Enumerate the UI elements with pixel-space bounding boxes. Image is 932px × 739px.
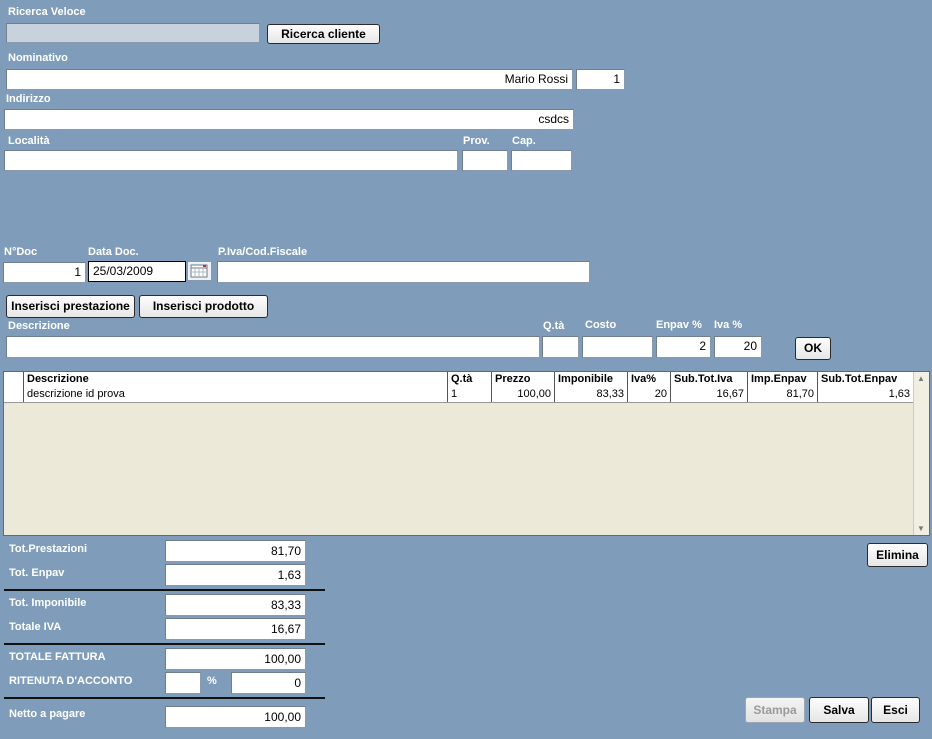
scroll-down-icon[interactable]: ▼ — [917, 524, 925, 533]
totale-fattura-field[interactable]: 100,00 — [165, 648, 306, 670]
search-label: Ricerca Veloce — [8, 6, 86, 18]
netto-field[interactable]: 100,00 — [165, 706, 306, 728]
tot-enpav-field[interactable]: 1,63 — [165, 564, 306, 586]
ritenuta-pct-field[interactable] — [165, 672, 201, 694]
enpav-input[interactable]: 2 — [656, 336, 711, 358]
costo-input[interactable] — [582, 336, 653, 358]
divider — [4, 697, 325, 699]
elimina-button[interactable]: Elimina — [867, 543, 928, 567]
col-header-prezzo[interactable]: Prezzo — [492, 372, 555, 387]
calendar-icon — [190, 264, 208, 278]
nominativo-field[interactable]: Mario Rossi — [6, 69, 573, 90]
totale-iva-field[interactable]: 16,67 — [165, 618, 306, 640]
ritenuta-label: RITENUTA D'ACCONTO — [9, 675, 133, 687]
row-selector[interactable] — [4, 387, 24, 402]
tot-prestazioni-label: Tot.Prestazioni — [9, 543, 88, 555]
cell-qta: 1 — [448, 387, 492, 402]
tot-imponibile-field[interactable]: 83,33 — [165, 594, 306, 616]
indirizzo-field[interactable]: csdcs — [4, 109, 574, 130]
percent-symbol: % — [207, 675, 217, 687]
localita-field[interactable] — [4, 150, 458, 171]
salva-button[interactable]: Salva — [809, 697, 869, 723]
data-doc-field[interactable]: 25/03/2009 — [88, 261, 186, 282]
cell-descrizione: descrizione id prova — [24, 387, 448, 402]
cap-label: Cap. — [512, 135, 536, 147]
cell-prezzo: 100,00 — [492, 387, 555, 402]
esci-button[interactable]: Esci — [871, 697, 920, 723]
inserisci-prestazione-button[interactable]: Inserisci prestazione — [6, 295, 135, 318]
iva-label: Iva % — [714, 319, 743, 331]
prov-label: Prov. — [463, 135, 490, 147]
ritenuta-field[interactable]: 0 — [231, 672, 306, 694]
ndoc-field[interactable]: 1 — [3, 262, 86, 283]
prov-field[interactable] — [462, 150, 508, 171]
search-input[interactable] — [6, 23, 260, 43]
cell-imponibile: 83,33 — [555, 387, 628, 402]
divider — [4, 643, 325, 645]
piva-field[interactable] — [217, 261, 590, 283]
col-header-descrizione[interactable]: Descrizione — [24, 372, 448, 387]
col-header-subtot-enpav[interactable]: Sub.Tot.Enpav — [818, 372, 914, 387]
cap-field[interactable] — [511, 150, 572, 171]
col-header-imp-enpav[interactable]: Imp.Enpav — [748, 372, 818, 387]
col-header-subtot-iva[interactable]: Sub.Tot.Iva — [671, 372, 748, 387]
cell-imp-enpav: 81,70 — [748, 387, 818, 402]
piva-label: P.Iva/Cod.Fiscale — [218, 246, 308, 258]
cell-iva: 20 — [628, 387, 671, 402]
grid-header: Descrizione Q.tà Prezzo Imponibile Iva% … — [4, 372, 914, 388]
table-row[interactable]: descrizione id prova 1 100,00 83,33 20 1… — [4, 387, 914, 403]
col-header-qta[interactable]: Q.tà — [448, 372, 492, 387]
calendar-button[interactable] — [187, 261, 212, 281]
nominativo-label: Nominativo — [8, 52, 68, 64]
inserisci-prodotto-button[interactable]: Inserisci prodotto — [139, 295, 268, 318]
grid-scrollbar[interactable]: ▲ ▼ — [913, 372, 929, 535]
grid-selector-header — [4, 372, 24, 387]
stampa-button[interactable]: Stampa — [745, 697, 805, 723]
descrizione-input[interactable] — [6, 336, 540, 358]
tot-prestazioni-field[interactable]: 81,70 — [165, 540, 306, 562]
client-id-field[interactable]: 1 — [576, 69, 625, 90]
localita-label: Località — [8, 135, 50, 147]
iva-input[interactable]: 20 — [714, 336, 762, 358]
totale-iva-label: Totale IVA — [9, 621, 62, 633]
ndoc-label: N°Doc — [4, 246, 38, 258]
data-doc-label: Data Doc. — [88, 246, 139, 258]
enpav-label: Enpav % — [656, 319, 702, 331]
tot-imponibile-label: Tot. Imponibile — [9, 597, 87, 609]
descrizione-label: Descrizione — [8, 320, 70, 332]
cell-subtot-iva: 16,67 — [671, 387, 748, 402]
tot-enpav-label: Tot. Enpav — [9, 567, 65, 579]
search-client-button[interactable]: Ricerca cliente — [267, 24, 380, 44]
col-header-iva[interactable]: Iva% — [628, 372, 671, 387]
costo-label: Costo — [585, 319, 617, 331]
items-grid[interactable]: Descrizione Q.tà Prezzo Imponibile Iva% … — [3, 371, 930, 536]
cell-subtot-enpav: 1,63 — [818, 387, 914, 402]
indirizzo-label: Indirizzo — [6, 93, 51, 105]
scroll-up-icon[interactable]: ▲ — [917, 374, 925, 383]
netto-label: Netto a pagare — [9, 708, 86, 720]
qta-label: Q.tà — [543, 320, 565, 332]
col-header-imponibile[interactable]: Imponibile — [555, 372, 628, 387]
ok-button[interactable]: OK — [795, 337, 831, 360]
qta-input[interactable] — [542, 336, 579, 358]
totale-fattura-label: TOTALE FATTURA — [9, 651, 106, 663]
divider — [4, 589, 325, 591]
